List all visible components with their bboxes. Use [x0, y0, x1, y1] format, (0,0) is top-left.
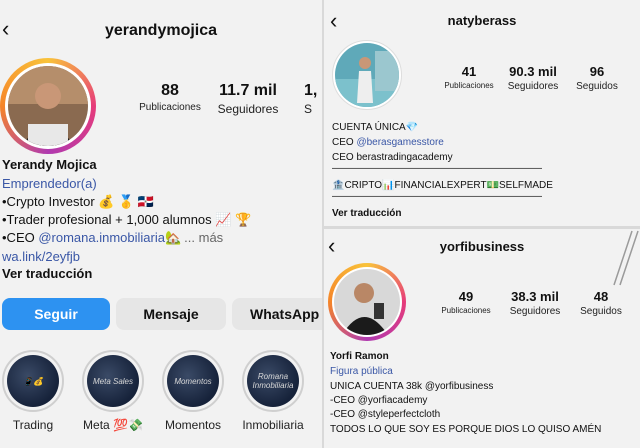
profile-panel-yerandymojica: ‹ yerandymojica 88 Publicaciones 11.7 mi… [0, 0, 322, 448]
bio-ceo-label: CEO [332, 137, 357, 148]
profile-username: yerandymojica [104, 22, 218, 39]
profile-name: Yerandy Mojica [2, 157, 97, 172]
translate-link[interactable]: Ver traducción [2, 266, 92, 281]
highlight-cover: Meta Sales [87, 355, 139, 407]
stat-following[interactable]: 96 Seguidos [568, 64, 626, 92]
stat-followers[interactable]: 11.7 mil Seguidores [208, 82, 288, 116]
bio-ceo-label: •CEO [2, 230, 39, 245]
profile-avatar-ring[interactable] [0, 58, 96, 154]
stat-posts[interactable]: 41 Publicaciones [434, 64, 504, 90]
avatar [332, 267, 402, 337]
highlight-cover: Momentos [167, 355, 219, 407]
profile-panel-yorfibusiness: ‹ yorfibusiness 49 Publicaciones 38.3 mi… [324, 229, 640, 448]
message-button[interactable]: Mensaje [116, 298, 226, 330]
stat-posts[interactable]: 88 Publicaciones [128, 82, 212, 113]
profile-username: yorfibusiness [439, 239, 525, 254]
bio-line-2: CEO @berasgamesstore [332, 137, 444, 148]
stat-following[interactable]: 48 Seguidos [572, 289, 630, 317]
bio-line-4: TODOS LO QUE SOY ES PORQUE DIOS LO QUISO… [330, 424, 602, 435]
bio-divider-bottom: ————————————————————— [332, 191, 542, 202]
avatar-photo [8, 66, 88, 146]
profile-panel-natyberass: ‹ natyberass 41 Publicaciones 90.3 mil S… [324, 0, 640, 226]
bio-more-link[interactable]: ... más [184, 230, 223, 245]
stat-followers[interactable]: 90.3 mil Seguidores [500, 64, 566, 92]
bio-link[interactable]: wa.link/2eyfjb [2, 249, 80, 264]
translate-link[interactable]: Ver traducción [332, 208, 401, 219]
highlight-inmobiliaria[interactable]: Romana Inmobiliaria Inmobiliaria [240, 350, 306, 432]
profile-username: natyberass [447, 13, 517, 28]
decorative-stripes-icon [613, 230, 639, 286]
profile-category: Emprendedor(a) [2, 176, 97, 191]
avatar [5, 63, 91, 149]
stat-followers[interactable]: 38.3 mil Seguidores [500, 289, 570, 317]
highlight-meta[interactable]: Meta Sales Meta 💯💸 [80, 350, 146, 432]
follow-button[interactable]: Seguir [2, 298, 110, 330]
bio-line-3: CEO berastradingacademy [332, 152, 453, 163]
avatar-photo [334, 269, 400, 335]
bio-line-2: -CEO @yorfiacademy [330, 395, 428, 406]
highlight-cover: 📱💰 [7, 355, 59, 407]
bio-line-3: •CEO @romana.inmobiliaria🏡... más [2, 230, 223, 246]
highlight-momentos[interactable]: Momentos Momentos [160, 350, 226, 432]
bio-line-3: -CEO @styleperfectcloth [330, 409, 441, 420]
bio-line-2: •Trader profesional + 1,000 alumnos 📈 🏆 [2, 212, 252, 227]
highlight-cover: Romana Inmobiliaria [247, 355, 299, 407]
bio-mention[interactable]: @berasgamesstore [356, 137, 443, 148]
highlight-trading[interactable]: 📱💰 Trading [2, 350, 64, 432]
bio-line-1: CUENTA ÚNICA💎 [332, 122, 419, 133]
avatar-photo [335, 43, 399, 107]
bio-line-1: •Crypto Investor 💰 🥇 🇩🇴 [2, 194, 155, 209]
bio-line-5: 🏦CRIPTO📊FINANCIALEXPERT💵SELFMADE [332, 180, 553, 191]
bio-divider-top: ————————————————————— [332, 163, 542, 174]
profile-avatar-ring[interactable] [328, 263, 406, 341]
bio-mention-romana[interactable]: @romana.inmobiliaria🏡 [38, 230, 181, 245]
profile-avatar-ring[interactable] [332, 40, 402, 110]
whatsapp-button[interactable]: WhatsApp [232, 298, 322, 330]
stat-posts[interactable]: 49 Publicaciones [434, 289, 498, 315]
profile-name: Yorfi Ramon [330, 351, 389, 362]
stat-following[interactable]: 1, S [304, 82, 322, 116]
profile-category: Figura pública [330, 366, 393, 377]
bio-line-1: UNICA CUENTA 38k @yorfibusiness [330, 381, 494, 392]
avatar [335, 43, 399, 107]
